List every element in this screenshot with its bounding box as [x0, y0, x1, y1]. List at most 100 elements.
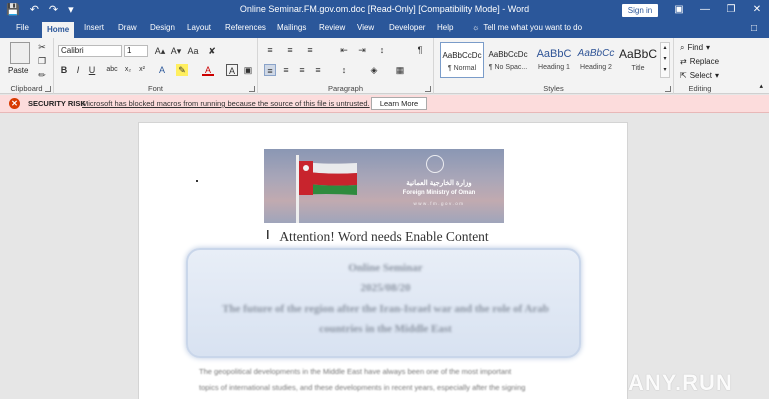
superscript-icon[interactable]: x²: [136, 64, 148, 76]
styles-scroll[interactable]: ▴ ▾ ▾: [660, 42, 670, 78]
style-sample: AaBbCc: [577, 48, 615, 59]
tab-mailings[interactable]: Mailings: [277, 23, 306, 32]
ribbon: Paste ✂ ❐ ✏ Clipboard Calibri 1 A▴ A▾ Aa…: [0, 38, 769, 94]
security-message-link[interactable]: Microsoft has blocked macros from runnin…: [82, 99, 370, 108]
tab-file[interactable]: File: [16, 23, 29, 32]
style-heading-1[interactable]: AaBbC Heading 1: [532, 42, 576, 78]
bullets-icon[interactable]: ≡: [264, 44, 276, 56]
tab-references[interactable]: References: [225, 23, 266, 32]
text-cursor-icon: I: [266, 227, 270, 242]
close-icon[interactable]: ✕: [746, 2, 768, 18]
style-name: Heading 2: [580, 64, 612, 71]
subscript-icon[interactable]: x₂: [122, 64, 134, 76]
collapse-ribbon-icon[interactable]: ▴: [759, 82, 763, 90]
character-shading-icon[interactable]: ▣: [242, 64, 254, 76]
styles-launcher-icon[interactable]: [665, 86, 671, 92]
multilevel-list-icon[interactable]: ≡: [304, 44, 316, 56]
ministry-emblem-icon: [426, 155, 444, 173]
sort-icon[interactable]: ↕: [376, 44, 388, 56]
line-spacing-icon[interactable]: ↕: [338, 64, 350, 76]
style-heading-2[interactable]: AaBbCc Heading 2: [574, 42, 618, 78]
tab-home[interactable]: Home: [42, 22, 75, 38]
select-button[interactable]: ⇱ Select ▾: [680, 71, 719, 80]
tab-view[interactable]: View: [357, 23, 374, 32]
show-marks-icon[interactable]: ¶: [414, 44, 426, 56]
enable-content-heading: Attention! Word needs Enable Content: [279, 229, 489, 244]
oman-flag-icon: [299, 161, 357, 195]
format-painter-icon[interactable]: ✏: [36, 69, 48, 81]
style-normal[interactable]: AaBbCcDc ¶ Normal: [440, 42, 484, 78]
style-name: Heading 1: [538, 64, 570, 71]
style-name: Title: [631, 65, 645, 72]
change-case-icon[interactable]: Aa: [187, 45, 199, 57]
strikethrough-icon[interactable]: abc: [106, 64, 118, 76]
shading-icon[interactable]: ◈: [368, 64, 380, 76]
copy-icon[interactable]: ❐: [36, 55, 48, 67]
grow-font-icon[interactable]: A▴: [154, 45, 166, 57]
justify-icon[interactable]: ≡: [312, 64, 324, 76]
tab-layout[interactable]: Layout: [187, 23, 211, 32]
replace-label: Replace: [689, 57, 720, 66]
tell-me-text: Tell me what you want to do: [483, 23, 583, 32]
seminar-title: Online Seminar: [348, 262, 423, 274]
minimize-icon[interactable]: —: [694, 2, 716, 18]
restore-icon[interactable]: ❐: [720, 2, 742, 18]
style-no-spacing[interactable]: AaBbCcDc ¶ No Spac...: [486, 42, 530, 78]
seminar-topic-line1: The future of the region after the Iran-…: [222, 303, 549, 315]
font-launcher-icon[interactable]: [249, 86, 255, 92]
font-size-select[interactable]: 1: [124, 45, 148, 57]
tab-draw[interactable]: Draw: [118, 23, 137, 32]
font-family-select[interactable]: Calibri: [58, 45, 122, 57]
chevron-down-icon: ▾: [706, 43, 711, 52]
style-name: ¶ No Spac...: [488, 64, 528, 71]
clear-formatting-icon[interactable]: ✘: [206, 45, 218, 57]
paste-icon[interactable]: [10, 42, 30, 64]
style-sample: AaBbCcDc: [488, 50, 528, 59]
increase-indent-icon[interactable]: ⇥: [356, 44, 368, 56]
italic-icon[interactable]: I: [72, 64, 84, 76]
paste-button[interactable]: Paste: [8, 66, 28, 75]
character-border-icon[interactable]: A: [226, 64, 238, 76]
paragraph-group: ≡ ≡ ≡ ⇤ ⇥ ↕ ¶ ≡ ≡ ≡ ≡ ↕ ◈ ▦ Paragraph: [258, 38, 434, 94]
font-color-icon[interactable]: A: [202, 64, 214, 76]
sign-in-button[interactable]: Sign in: [622, 4, 658, 17]
comments-icon[interactable]: □: [751, 23, 757, 34]
tab-insert[interactable]: Insert: [84, 23, 104, 32]
clipboard-group: Paste ✂ ❐ ✏ Clipboard: [0, 38, 54, 94]
style-sample: AaBbC: [618, 47, 658, 61]
cursor-icon: ⇱: [680, 71, 687, 80]
ribbon-display-icon[interactable]: ▣: [668, 2, 690, 18]
security-warning-bar: ✕ SECURITY RISK Microsoft has blocked ma…: [0, 95, 769, 113]
align-left-icon[interactable]: ≡: [264, 64, 276, 76]
tab-help[interactable]: Help: [437, 23, 453, 32]
document-page[interactable]: وزارة الخارجية العمانية Foreign Ministry…: [138, 122, 628, 399]
tab-review[interactable]: Review: [319, 23, 345, 32]
paragraph-launcher-icon[interactable]: [425, 86, 431, 92]
align-right-icon[interactable]: ≡: [296, 64, 308, 76]
find-button[interactable]: ⌕ Find ▾: [680, 43, 710, 53]
borders-icon[interactable]: ▦: [394, 64, 406, 76]
align-center-icon[interactable]: ≡: [280, 64, 292, 76]
learn-more-button[interactable]: Learn More: [371, 97, 427, 110]
decrease-indent-icon[interactable]: ⇤: [338, 44, 350, 56]
replace-button[interactable]: ⇄ Replace: [680, 57, 719, 66]
highlight-icon[interactable]: ✎: [176, 64, 188, 76]
underline-icon[interactable]: U: [86, 64, 98, 76]
bold-icon[interactable]: B: [58, 64, 70, 76]
style-title[interactable]: AaBbC Title: [616, 42, 660, 78]
shrink-font-icon[interactable]: A▾: [170, 45, 182, 57]
numbering-icon[interactable]: ≡: [284, 44, 296, 56]
tab-developer[interactable]: Developer: [389, 23, 425, 32]
clipboard-launcher-icon[interactable]: [45, 86, 51, 92]
tell-me-box[interactable]: ☼ Tell me what you want to do: [472, 23, 582, 32]
body-paragraph-line1: The geopolitical developments in the Mid…: [199, 367, 512, 376]
style-sample: AaBbC: [536, 48, 572, 60]
tab-design[interactable]: Design: [150, 23, 175, 32]
text-effects-icon[interactable]: A: [156, 64, 168, 76]
cut-icon[interactable]: ✂: [36, 41, 48, 53]
page-mark: [196, 180, 198, 182]
seminar-topic-line2: countries in the Middle East: [319, 323, 452, 335]
font-label: Font: [147, 84, 163, 93]
ministry-banner: وزارة الخارجية العمانية Foreign Ministry…: [264, 149, 504, 223]
style-name: ¶ Normal: [447, 65, 477, 72]
